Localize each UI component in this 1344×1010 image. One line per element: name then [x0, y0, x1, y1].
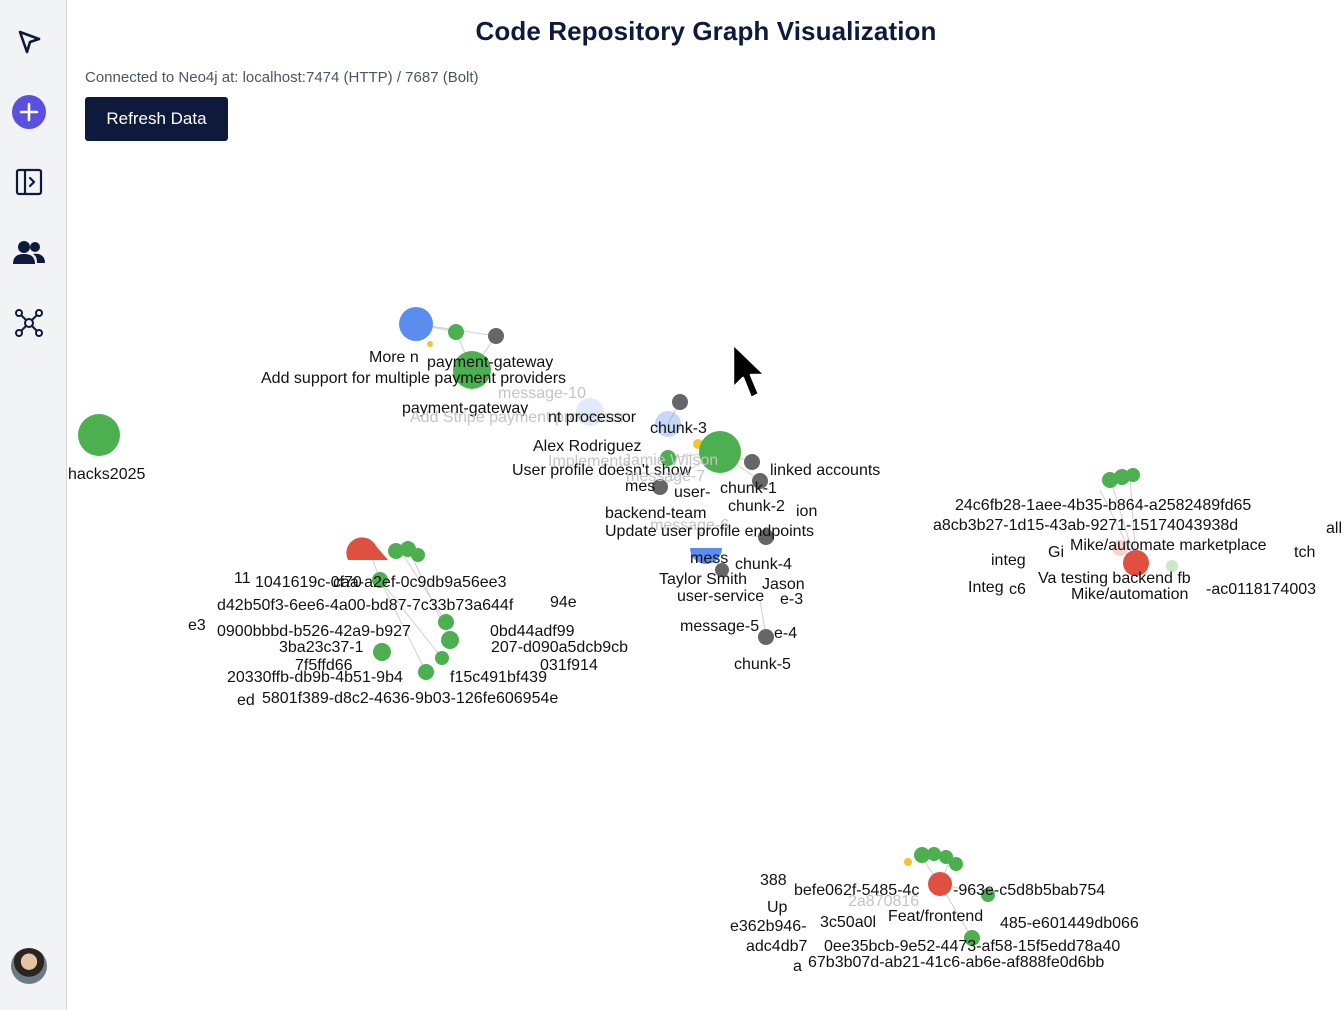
graph-node-label: hacks2025: [68, 466, 145, 483]
graph-node[interactable]: [427, 341, 433, 347]
graph-node-label: e-4: [774, 625, 797, 642]
graph-node-label: ion: [796, 503, 817, 520]
graph-node-label: chunk-5: [734, 656, 791, 673]
graph-node-label: Integ: [968, 579, 1004, 596]
graph-node-label: 031f914: [540, 657, 598, 674]
graph-node-label: linked accounts: [770, 462, 880, 479]
graph-node-label: 24c6fb28-1aee-4b35-b864-a2582489fd65: [955, 497, 1251, 514]
graph-node-label: e3: [188, 617, 206, 634]
graph-node-label: adc4db7: [746, 938, 807, 955]
graph-node-label: More n: [369, 349, 419, 366]
graph-node[interactable]: [744, 454, 760, 470]
graph-node[interactable]: [441, 631, 459, 649]
graph-node-label: 0900bbbd-b526-42a9-b927: [217, 623, 411, 640]
graph-node-label: Va testing backend fb: [1038, 570, 1191, 587]
graph-node[interactable]: [949, 857, 963, 871]
graph-node[interactable]: [438, 614, 454, 630]
graph-node[interactable]: [373, 643, 391, 661]
graph-node-label: f15c491bf439: [450, 669, 547, 686]
graph-node-label: Mike/automation: [1071, 586, 1188, 603]
graph-node-label: mes: [625, 478, 655, 495]
graph-node-label: 207-d090a5dcb9cb: [491, 639, 628, 656]
graph-node-label: -ac0118174003: [1206, 581, 1316, 598]
select-arrow-icon[interactable]: [11, 24, 47, 60]
graph-node[interactable]: [418, 664, 434, 680]
graph-node-label: d42b50f3-6ee6-4a00-bd87-7c33b73a644f: [217, 597, 514, 614]
page-title: Code Repository Graph Visualization: [475, 16, 937, 46]
graph-node-label: 67b3b07d-ab21-41c6-ab6e-af888fe0d6bb: [808, 954, 1104, 971]
graph-node-label: payment-gateway: [427, 354, 553, 371]
graph-node-label: user-: [674, 484, 710, 501]
graph-node[interactable]: [399, 307, 433, 341]
graph-node-label: -963e-c5d8b5bab754: [953, 882, 1105, 899]
graph-node-label: 0bd44adf99: [490, 623, 575, 640]
connection-status: Connected to Neo4j at: localhost:7474 (H…: [85, 69, 479, 86]
graph-node[interactable]: [927, 847, 941, 861]
graph-node[interactable]: [435, 651, 449, 665]
graph-node-label: a8cb3b27-1d15-43ab-9271-15174043938d: [933, 517, 1238, 534]
graph-node-label: user-service: [677, 588, 764, 605]
graph-node-label: e-3: [780, 591, 803, 608]
graph-node-label: 11: [234, 570, 251, 587]
graph-node[interactable]: [78, 414, 120, 456]
graph-node-label: c6: [1009, 581, 1026, 598]
refresh-data-button[interactable]: Refresh Data: [85, 97, 228, 141]
graph-node-label: caa-a2ef-0c9db9a56ee3: [333, 574, 507, 591]
graph-node[interactable]: [411, 548, 425, 562]
mouse-cursor-icon: [731, 342, 767, 400]
graph-node-label: Taylor Smith: [659, 571, 747, 588]
graph-node-label: chunk-3: [650, 420, 707, 437]
graph-node[interactable]: [1126, 468, 1140, 482]
graph-node-label: nt processor: [548, 409, 637, 426]
graph-node[interactable]: [928, 872, 952, 896]
add-icon[interactable]: [11, 94, 47, 130]
graph-node-label: integ: [991, 552, 1026, 569]
graph-node-label: 388: [760, 872, 787, 889]
graph-node-label: message-5: [680, 618, 759, 635]
graph-node[interactable]: [672, 394, 688, 410]
graph-node[interactable]: [346, 537, 388, 560]
sidebar: [0, 0, 67, 1010]
graph-node-label: Update user profile endpoints: [605, 523, 814, 540]
graph-node-label: 3c50a0l: [820, 914, 876, 931]
graph-node[interactable]: [488, 328, 504, 344]
graph-node-label: ed: [237, 692, 255, 709]
graph-node-label: Gi: [1048, 544, 1064, 561]
graph-node-label: chunk-1: [720, 480, 777, 497]
graph-node-label: Mike/automate marketplace: [1070, 537, 1267, 554]
graph-node-label: Up: [767, 899, 788, 916]
graph-node-label: 485-e601449db066: [1000, 915, 1139, 932]
user-avatar[interactable]: [11, 948, 47, 984]
graph-node-label: all: [1326, 520, 1342, 537]
graph-node-label: Feat/frontend: [888, 908, 983, 925]
users-icon[interactable]: [11, 235, 47, 271]
graph-node[interactable]: [758, 629, 774, 645]
graph-node-label: 5801f389-d8c2-4636-9b03-126fe606954e: [262, 690, 558, 707]
graph-node-label: 94e: [550, 594, 577, 611]
graph-icon[interactable]: [11, 305, 47, 341]
graph-node-label: tch: [1294, 544, 1315, 561]
graph-node[interactable]: [904, 858, 912, 866]
graph-node-label: chunk-2: [728, 498, 785, 515]
graph-node[interactable]: [448, 324, 464, 340]
graph-node-label: 0ee35bcb-9e52-4473-af58-15f5edd78a40: [824, 938, 1120, 955]
graph-canvas[interactable]: hacks2025More n payment-gatewayAdd suppor…: [68, 150, 1344, 1010]
graph-node-label: mess: [690, 550, 728, 567]
panel-toggle-icon[interactable]: [11, 164, 47, 200]
graph-node-label: e362b946-: [730, 918, 807, 935]
graph-node-label: 3ba23c37-1: [279, 639, 364, 656]
graph-node-label: a: [793, 958, 802, 975]
graph-node-label: 20330ffb-db9b-4b51-9b4: [227, 669, 403, 686]
